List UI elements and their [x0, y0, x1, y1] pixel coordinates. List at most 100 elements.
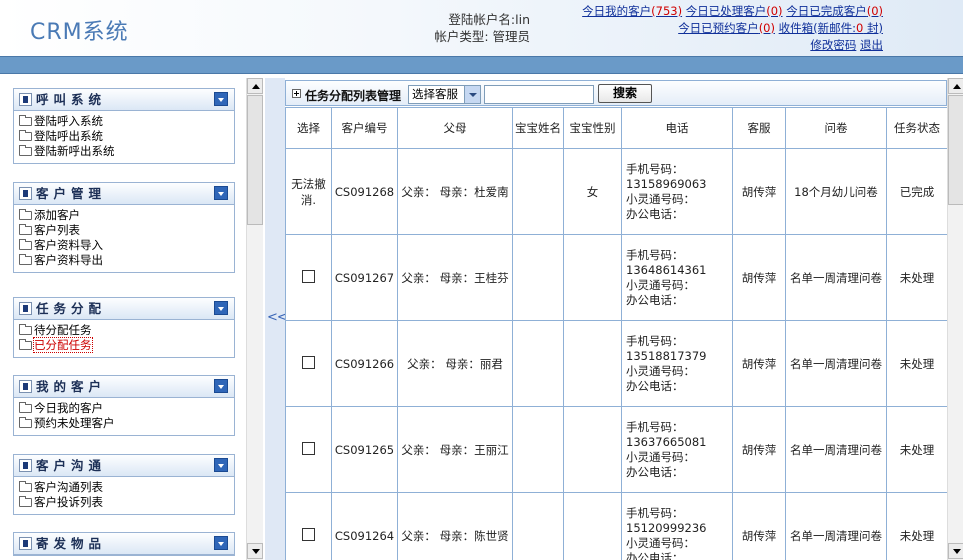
- collapse-toggle-icon[interactable]: [214, 92, 228, 106]
- phone-cell: 手机号码： 13518817379 小灵通号码： 办公电话：: [621, 320, 733, 407]
- folder-icon: [19, 496, 32, 507]
- survey: 名单一周清理问卷: [785, 406, 887, 493]
- menu-group-header[interactable]: 寄发物品: [14, 533, 234, 555]
- collapse-left-icon[interactable]: <<: [267, 310, 288, 325]
- sidebar-collapse-splitter[interactable]: <<: [265, 78, 288, 560]
- book-icon: [19, 187, 32, 200]
- expand-plus-icon[interactable]: [292, 89, 301, 98]
- today-my-customers-link[interactable]: 今日我的客户(753): [582, 4, 682, 18]
- book-icon: [19, 93, 32, 106]
- row-checkbox[interactable]: [302, 269, 315, 283]
- menu-item-label: 预约未处理客户: [34, 416, 115, 430]
- mobile: 13648614361: [626, 262, 707, 277]
- agent-select[interactable]: 选择客服: [408, 85, 481, 104]
- menu-item[interactable]: 登陆呼出系统: [18, 129, 230, 144]
- menu-item[interactable]: 登陆呼入系统: [18, 114, 230, 129]
- menu-item[interactable]: 今日我的客户: [18, 401, 230, 416]
- menu-item[interactable]: 客户投诉列表: [18, 495, 230, 510]
- today-processed-link[interactable]: 今日已处理客户(0): [686, 4, 783, 18]
- row-select-cell: [285, 492, 332, 560]
- folder-icon: [19, 417, 32, 428]
- menu-group-header[interactable]: 任务分配: [14, 298, 234, 320]
- xlt-label: 小灵通号码：: [626, 449, 695, 464]
- menu-item[interactable]: 预约未处理客户: [18, 416, 230, 431]
- menu-item[interactable]: 客户资料导入: [18, 238, 230, 253]
- search-input[interactable]: [484, 85, 594, 104]
- today-booked-count: (0): [758, 21, 775, 35]
- xlt-label: 小灵通号码：: [626, 363, 695, 378]
- today-booked-link[interactable]: 今日已预约客户(0): [678, 21, 775, 35]
- menu-item[interactable]: 客户资料导出: [18, 253, 230, 268]
- book-icon: [19, 380, 32, 393]
- menu-item-label: 待分配任务: [34, 323, 92, 337]
- column-header: 父母: [397, 107, 513, 149]
- book-icon: [19, 302, 32, 315]
- table-row: 无法撤消. CS091268 父亲： 母亲：杜爱南女手机号码： 13158969063…: [285, 148, 948, 235]
- parents: 父亲： 母亲：杜爱南: [397, 148, 513, 235]
- mobile-label: 手机号码：: [626, 247, 684, 262]
- inbox-link[interactable]: 收件箱(新邮件:0 封): [779, 21, 883, 35]
- folder-icon: [19, 209, 32, 220]
- mobile-label: 手机号码：: [626, 419, 684, 434]
- menu-group-title: 寄发物品: [36, 536, 107, 551]
- row-checkbox[interactable]: [302, 441, 315, 455]
- main-content: 任务分配列表管理 选择客服 搜索 选择 客户编号 父母 宝宝姓名 宝宝性别 电话 客服 问卷任…: [285, 78, 963, 560]
- survey: 名单一周清理问卷: [785, 234, 887, 321]
- menu-item-label: 客户列表: [34, 223, 80, 237]
- collapse-toggle-icon[interactable]: [214, 458, 228, 472]
- scroll-thumb[interactable]: [948, 95, 963, 205]
- scroll-down-arrow-icon[interactable]: [247, 543, 263, 559]
- menu-item[interactable]: 客户列表: [18, 223, 230, 238]
- xlt-label: 小灵通号码：: [626, 191, 695, 206]
- header-bar: [0, 56, 963, 74]
- baby-gender: [563, 492, 622, 560]
- logout-link[interactable]: 退出: [860, 38, 883, 52]
- baby-name: [512, 320, 564, 407]
- scroll-up-arrow-icon[interactable]: [247, 78, 263, 94]
- change-password-link[interactable]: 修改密码: [810, 38, 856, 52]
- main-scrollbar[interactable]: [947, 78, 963, 560]
- column-header: 宝宝性别: [563, 107, 622, 149]
- collapse-toggle-icon[interactable]: [214, 379, 228, 393]
- column-header: 任务状态: [886, 107, 948, 149]
- row-checkbox[interactable]: [302, 527, 315, 541]
- scroll-thumb[interactable]: [247, 95, 263, 225]
- folder-icon: [19, 239, 32, 250]
- phone-cell: 手机号码： 13648614361 小灵通号码： 办公电话：: [621, 234, 733, 321]
- account-info: 登陆帐户名:lin 帐户类型: 管理员: [390, 11, 530, 45]
- search-button[interactable]: 搜索: [598, 84, 652, 103]
- collapse-toggle-icon[interactable]: [214, 186, 228, 200]
- menu-item[interactable]: 已分配任务: [18, 337, 230, 353]
- collapse-toggle-icon[interactable]: [214, 301, 228, 315]
- menu-group: 我的客户今日我的客户 预约未处理客户: [13, 375, 235, 436]
- menu-item[interactable]: 添加客户: [18, 208, 230, 223]
- menu-item[interactable]: 待分配任务: [18, 323, 230, 338]
- collapse-toggle-icon[interactable]: [214, 536, 228, 550]
- menu-item-label: 客户资料导入: [34, 238, 103, 252]
- sidebar-scrollbar[interactable]: [246, 78, 263, 560]
- customer-id: CS091265: [331, 406, 398, 493]
- agent-select-value: 选择客服: [412, 87, 458, 101]
- phone-cell: 手机号码： 13158969063 小灵通号码： 办公电话：: [621, 148, 733, 235]
- scroll-up-arrow-icon[interactable]: [948, 78, 963, 94]
- menu-item-label: 添加客户: [34, 208, 80, 222]
- menu-group-header[interactable]: 我的客户: [14, 376, 234, 398]
- chevron-down-icon[interactable]: [464, 86, 480, 103]
- row-checkbox[interactable]: [302, 355, 315, 369]
- task-table: 选择 客户编号 父母 宝宝姓名 宝宝性别 电话 客服 问卷 任务状态 无法撤消. CS091268…: [285, 107, 948, 560]
- today-completed-count: (0): [866, 4, 883, 18]
- menu-item[interactable]: 客户沟通列表: [18, 480, 230, 495]
- menu-group-header[interactable]: 客户管理: [14, 183, 234, 205]
- column-header: 宝宝姓名: [512, 107, 564, 149]
- menu-item[interactable]: 登陆新呼出系统: [18, 144, 230, 159]
- menu-group: 寄发物品: [13, 532, 235, 556]
- menu-group-header[interactable]: 呼叫系统: [14, 89, 234, 111]
- menu-group-header[interactable]: 客户沟通: [14, 455, 234, 477]
- mobile: 13637665081: [626, 434, 707, 449]
- app-logo: CRM系统: [30, 20, 129, 45]
- folder-icon: [19, 254, 32, 265]
- today-completed-link[interactable]: 今日已完成客户(0): [786, 4, 883, 18]
- scroll-down-arrow-icon[interactable]: [948, 543, 963, 559]
- baby-name: [512, 234, 564, 321]
- table-row: CS091264 父亲： 母亲：陈世贤 手机号码： 15120999236 小灵通号码：…: [285, 492, 948, 560]
